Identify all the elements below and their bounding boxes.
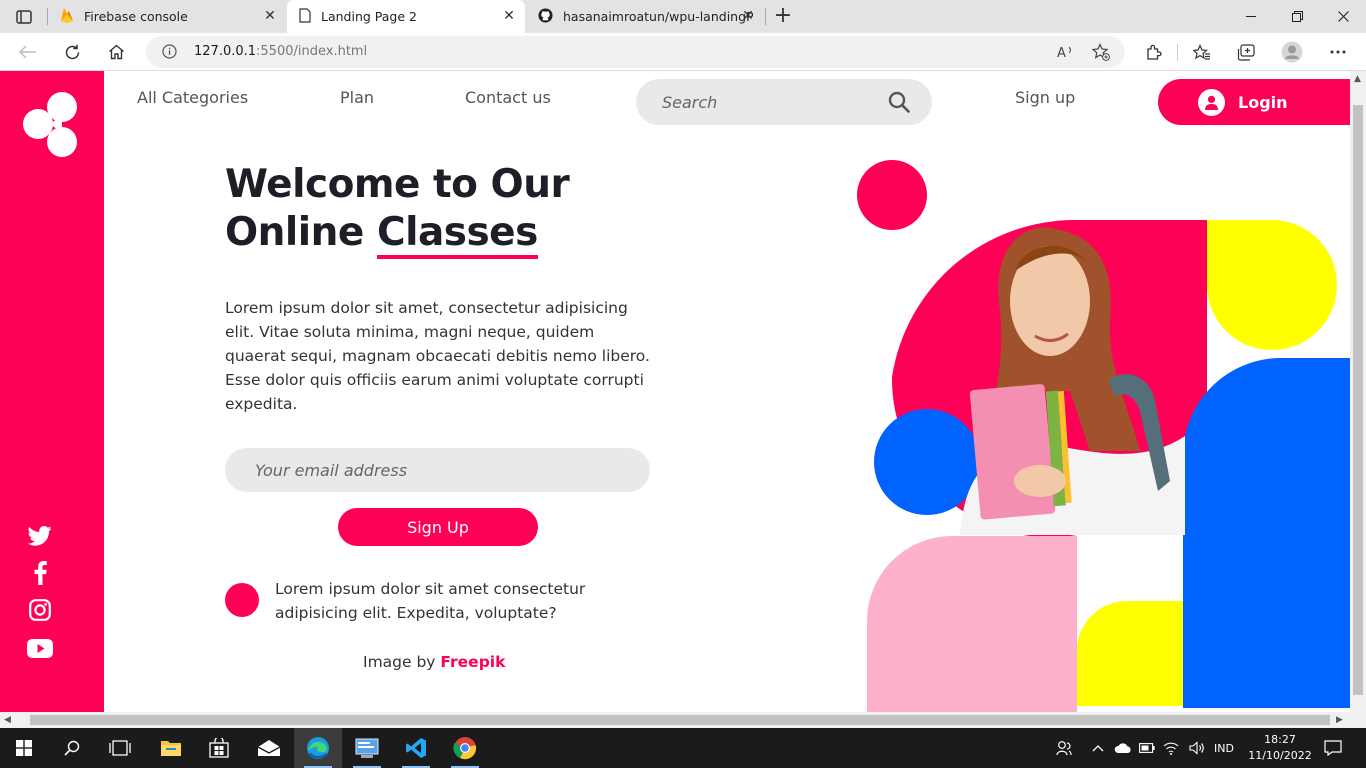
horizontal-scrollbar[interactable]: ◀ ▶	[0, 712, 1366, 728]
scroll-up-icon[interactable]: ▲	[1354, 74, 1361, 84]
nav-contact-us[interactable]: Contact us	[465, 88, 551, 107]
search-input[interactable]	[636, 79, 876, 125]
favorite-add-icon[interactable]	[1090, 42, 1112, 62]
nav-sign-up[interactable]: Sign up	[1015, 88, 1075, 107]
youtube-icon[interactable]	[26, 635, 54, 661]
url-text[interactable]: 127.0.0.1:5500/index.html	[194, 44, 367, 59]
deco-circle-blue	[874, 409, 980, 515]
control-panel-icon[interactable]	[343, 728, 391, 768]
search-icon[interactable]	[888, 91, 910, 117]
read-aloud-icon[interactable]: A	[1055, 42, 1077, 62]
freepik-link[interactable]: Freepik	[440, 653, 505, 671]
more-icon[interactable]	[1324, 39, 1352, 65]
image-credit: Image by Freepik	[363, 653, 506, 671]
sidebar	[0, 71, 104, 712]
tab-title: hasanaimroatun/wpu-landingPage	[563, 9, 753, 24]
svg-text:A: A	[1057, 46, 1066, 60]
deco-yellow-bottom	[1077, 601, 1183, 706]
user-icon	[1198, 88, 1225, 116]
minimize-icon[interactable]	[1228, 0, 1274, 33]
file-explorer-icon[interactable]	[147, 728, 195, 768]
deco-blue-shape	[1183, 358, 1350, 708]
scroll-right-icon[interactable]: ▶	[1336, 715, 1343, 725]
instagram-icon[interactable]	[26, 597, 54, 623]
firebase-icon	[60, 7, 74, 26]
bullet-text: Lorem ipsum dolor sit amet consectetur a…	[275, 580, 586, 622]
email-input[interactable]	[225, 448, 650, 492]
tab-title: Firebase console	[84, 9, 188, 24]
toolbar-separator	[1177, 44, 1178, 61]
home-icon[interactable]	[102, 39, 130, 65]
hero-title-highlight: Classes	[376, 210, 538, 259]
hero-title-line2: Online	[225, 210, 377, 255]
people-icon[interactable]	[1056, 728, 1072, 768]
info-icon[interactable]	[162, 44, 177, 63]
tab-github[interactable]: hasanaimroatun/wpu-landingPage ✕	[526, 0, 764, 33]
restore-icon[interactable]	[1274, 0, 1320, 33]
hero-title: Welcome to Our Online Classes	[225, 161, 570, 259]
vscode-icon[interactable]	[392, 728, 440, 768]
hero-illustration	[857, 160, 1350, 712]
back-icon[interactable]	[14, 39, 42, 65]
tab-close-icon[interactable]: ✕	[501, 8, 517, 24]
battery-icon[interactable]	[1139, 728, 1155, 768]
deco-light-pink	[867, 536, 1077, 712]
tab-landing-page[interactable]: Landing Page 2 ✕	[287, 0, 525, 33]
system-clock[interactable]: 18:27 11/10/2022	[1240, 732, 1320, 764]
bullet-dot	[225, 583, 259, 617]
nav-all-categories[interactable]: All Categories	[137, 88, 248, 107]
login-label: Login	[1238, 92, 1288, 112]
tab-title: Landing Page 2	[321, 9, 417, 24]
vertical-scrollbar[interactable]: ▲	[1350, 71, 1366, 712]
notification-icon[interactable]	[1324, 728, 1342, 768]
scroll-left-icon[interactable]: ◀	[4, 715, 11, 725]
sign-up-button[interactable]: Sign Up	[338, 508, 538, 546]
hero-title-line1: Welcome to Our	[225, 162, 570, 207]
close-window-icon[interactable]	[1320, 0, 1366, 33]
chrome-icon[interactable]	[441, 728, 489, 768]
deco-yellow-top	[1207, 220, 1337, 350]
login-button[interactable]: Login	[1158, 79, 1350, 125]
task-view-icon[interactable]	[96, 728, 144, 768]
page-icon	[299, 7, 311, 26]
clock-date: 11/10/2022	[1248, 749, 1312, 762]
mail-icon[interactable]	[245, 728, 293, 768]
refresh-icon[interactable]	[58, 39, 86, 65]
horizontal-scroll-thumb[interactable]	[30, 715, 1330, 725]
hero-paragraph: Lorem ipsum dolor sit amet, consectetur …	[225, 299, 650, 413]
collections-icon[interactable]	[1232, 39, 1260, 65]
profile-icon[interactable]	[1278, 39, 1306, 65]
new-tab-button[interactable]: +	[772, 5, 794, 28]
wifi-icon[interactable]	[1163, 728, 1179, 768]
volume-icon[interactable]	[1189, 728, 1205, 768]
windows-taskbar: IND 18:27 11/10/2022	[0, 728, 1366, 768]
tab-close-icon[interactable]: ✕	[262, 8, 278, 24]
windows-start-icon[interactable]	[0, 728, 48, 768]
page-viewport: All Categories Plan Contact us Sign up L…	[0, 71, 1350, 712]
language-indicator[interactable]: IND	[1214, 728, 1234, 768]
onedrive-icon[interactable]	[1114, 728, 1132, 768]
tab-close-icon[interactable]: ✕	[740, 8, 756, 24]
browser-toolbar: 127.0.0.1:5500/index.html A	[0, 33, 1366, 71]
address-bar[interactable]: 127.0.0.1:5500/index.html A	[146, 36, 1125, 68]
favorites-icon[interactable]	[1188, 39, 1216, 65]
browser-tab-strip: Firebase console ✕ Landing Page 2 ✕ hasa…	[0, 0, 1366, 33]
store-icon[interactable]	[195, 728, 243, 768]
tab-separator	[765, 8, 766, 25]
vertical-scroll-thumb[interactable]	[1353, 105, 1363, 695]
search-icon[interactable]	[48, 728, 96, 768]
tab-actions-icon[interactable]	[10, 7, 38, 27]
clock-time: 18:27	[1264, 733, 1296, 746]
edge-browser-icon[interactable]	[294, 728, 342, 768]
search-box	[636, 79, 932, 125]
github-icon	[538, 7, 553, 26]
brand-logo[interactable]	[22, 87, 78, 159]
twitter-icon[interactable]	[26, 523, 54, 549]
tab-firebase-console[interactable]: Firebase console ✕	[48, 0, 286, 33]
extensions-icon[interactable]	[1139, 39, 1167, 65]
nav-plan[interactable]: Plan	[340, 88, 374, 107]
chevron-up-icon[interactable]	[1092, 728, 1104, 768]
deco-circle-pink	[857, 160, 927, 230]
facebook-icon[interactable]	[26, 560, 54, 586]
